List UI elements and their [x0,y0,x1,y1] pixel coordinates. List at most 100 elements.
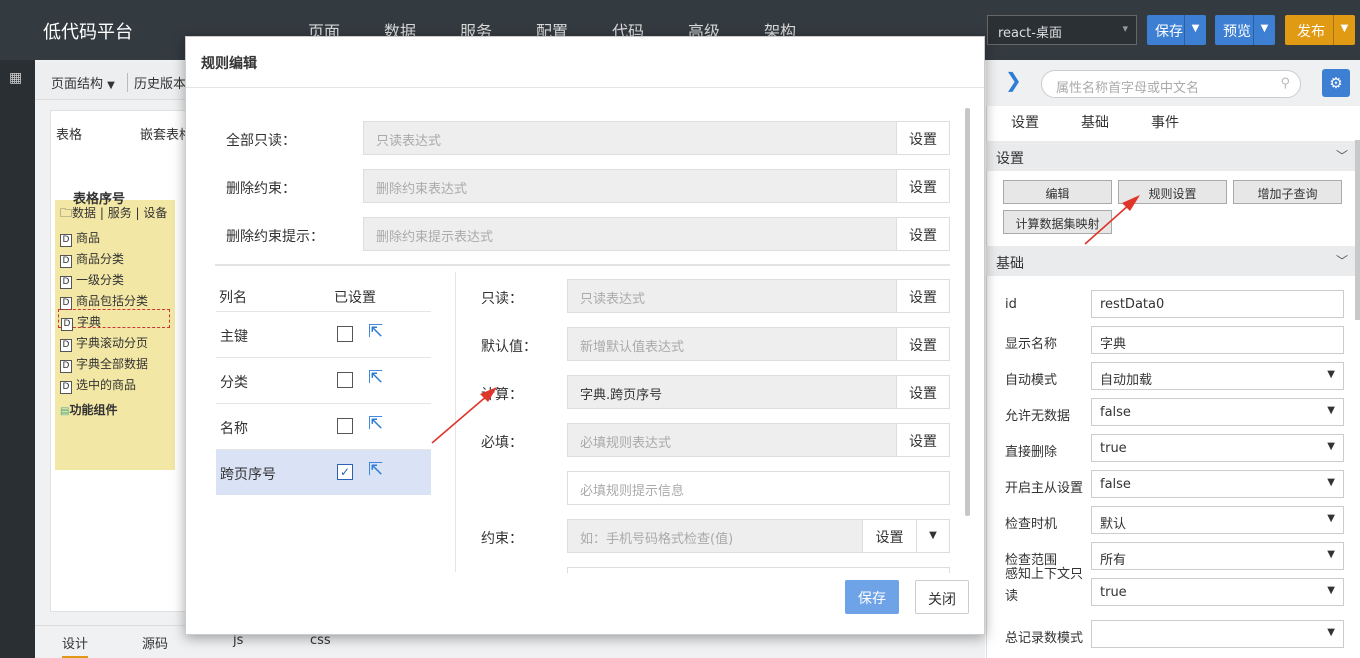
tree-item-selected[interactable]: D 字典 [58,309,170,331]
property-select[interactable]: false ▼ [1091,470,1344,498]
tab-css[interactable]: css [310,633,331,648]
all-readonly-set-button[interactable]: 设置 [897,121,950,155]
tree-root-label: 数据 | 服务 | 设备 [72,206,168,220]
edit-button[interactable]: 编辑 [1003,180,1112,204]
readonly-input[interactable]: 只读表达式 [567,279,897,313]
page-structure-dropdown[interactable]: 页面结构 ▼ [51,73,115,92]
edit-share-icon[interactable]: ⇱ [368,413,383,434]
chevron-right-icon[interactable]: ❯ [1005,68,1022,92]
property-label: 检查时机 [1005,517,1058,532]
required-input[interactable]: 必填规则表达式 [567,423,897,457]
column-row[interactable]: 分类 ⇱ [216,357,431,403]
gear-icon[interactable]: ⚙ [1322,69,1350,97]
checkbox-icon[interactable] [337,372,353,388]
property-label: 感知上下文只读 [1005,567,1084,604]
tab-events[interactable]: 事件 [1151,112,1179,132]
tab-source[interactable]: 源码 [142,633,168,652]
edit-share-icon[interactable]: ⇱ [368,367,383,388]
delete-constraint-tip-set-button[interactable]: 设置 [897,217,950,251]
project-select[interactable]: react-桌面 ▾ [987,15,1137,45]
tab-basic[interactable]: 基础 [1081,112,1109,132]
folder-icon: 🗀 [60,206,73,220]
tree-function-group[interactable]: ▤功能组件 [60,401,117,418]
tab-js[interactable]: js [233,633,243,648]
property-select[interactable]: ▼ [1091,620,1344,648]
property-select[interactable]: true ▼ [1091,578,1344,606]
tree-item[interactable]: D 选中的商品 [60,376,136,394]
column-row[interactable]: 主键 ⇱ [216,311,431,357]
preview-button[interactable]: 预览 ▼ [1215,15,1275,45]
calc-input[interactable]: 字典.跨页序号 [567,375,897,409]
property-select[interactable]: 自动加载 ▼ [1091,362,1344,390]
search-icon: ⚲ [1280,76,1290,91]
caret-down-icon: ▼ [1327,585,1335,596]
publish-button[interactable]: 发布 ▼ [1285,15,1355,45]
tree-item[interactable]: D 字典全部数据 [60,355,148,373]
dialog-close-button[interactable]: 关闭 [915,580,969,614]
chevron-down-icon: ﹀ [1335,149,1348,163]
rule-settings-button[interactable]: 规则设置 [1118,180,1227,204]
checkbox-checked-icon[interactable]: ✓ [337,464,353,480]
section-basic[interactable]: 基础 ﹀ [986,246,1360,276]
constraint-dropdown-caret-icon[interactable]: ▼ [917,519,950,553]
scrollbar[interactable] [1355,140,1360,320]
scrollbar[interactable] [965,108,970,516]
history-link[interactable]: 历史版本 [127,73,186,92]
default-value-set-button[interactable]: 设置 [897,327,950,361]
caret-down-icon[interactable]: ▼ [1184,15,1206,45]
caret-down-icon[interactable]: ▼ [1253,15,1275,45]
required-set-button[interactable]: 设置 [897,423,950,457]
tab-settings[interactable]: 设置 [1011,112,1039,132]
project-select-value: react-桌面 [998,26,1062,41]
delete-constraint-input[interactable]: 删除约束表达式 [363,169,897,203]
column-row[interactable]: 跨页序号 ✓ ⇱ [216,449,431,495]
edit-share-icon[interactable]: ⇱ [368,321,383,342]
dataset-icon: D [60,234,72,247]
property-search-input[interactable]: 属性名称首字母或中文名 ⚲ [1041,70,1301,98]
property-select[interactable]: 所有 ▼ [1091,542,1344,570]
property-input[interactable]: 字典 [1091,326,1344,354]
search-placeholder: 属性名称首字母或中文名 [1056,81,1200,96]
tree-root[interactable]: 🗀数据 | 服务 | 设备 [60,204,167,225]
section-settings[interactable]: 设置 ﹀ [986,141,1360,171]
property-select[interactable]: true ▼ [1091,434,1344,462]
property-select[interactable]: 默认 ▼ [1091,506,1344,534]
caret-down-icon[interactable]: ▼ [1333,15,1355,45]
calc-set-button[interactable]: 设置 [897,375,950,409]
dataset-icon: D [60,276,72,289]
tree-item[interactable]: D 一级分类 [60,271,124,289]
required-message-input[interactable]: 必填规则提示信息 [567,471,950,505]
apps-grid-icon[interactable]: ▦ [9,70,22,86]
property-input[interactable]: restData0 [1091,290,1344,318]
property-label: 开启主从设置 [1005,481,1084,496]
default-value-label: 默认值： [481,339,537,355]
chevron-down-icon: ▾ [1122,22,1128,35]
delete-constraint-tip-input[interactable]: 删除约束提示表达式 [363,217,897,251]
constraint-input[interactable]: 如：手机号码格式检查(值) [567,519,863,553]
save-button[interactable]: 保存 ▼ [1147,15,1206,45]
constraint-message-input[interactable] [567,567,950,573]
checkbox-icon[interactable] [337,326,353,342]
tree-item[interactable]: D 字典滚动分页 [60,334,148,352]
dialog-save-button[interactable]: 保存 [845,580,899,614]
caret-down-icon: ▼ [107,80,115,91]
column-row[interactable]: 名称 ⇱ [216,403,431,449]
constraint-set-button[interactable]: 设置 [863,519,917,553]
checkbox-icon[interactable] [337,418,353,434]
tab-design[interactable]: 设计 [62,633,89,658]
tree-func-label: 功能组件 [69,403,118,417]
tree-item[interactable]: D 商品包括分类 [60,292,148,310]
tree-item[interactable]: D 商品 [60,229,100,247]
caret-down-icon: ▼ [1327,513,1335,524]
property-select[interactable]: false ▼ [1091,398,1344,426]
all-readonly-input[interactable]: 只读表达式 [363,121,897,155]
tab-table[interactable]: 表格 [56,124,82,143]
delete-constraint-set-button[interactable]: 设置 [897,169,950,203]
add-subquery-button[interactable]: 增加子查询 [1233,180,1342,204]
readonly-set-button[interactable]: 设置 [897,279,950,313]
compute-dataset-mapping-button[interactable]: 计算数据集映射 [1003,210,1112,234]
edit-share-icon[interactable]: ⇱ [368,459,383,480]
default-value-input[interactable]: 新增默认值表达式 [567,327,897,361]
property-value: true [1100,585,1127,600]
tree-item[interactable]: D 商品分类 [60,250,124,268]
